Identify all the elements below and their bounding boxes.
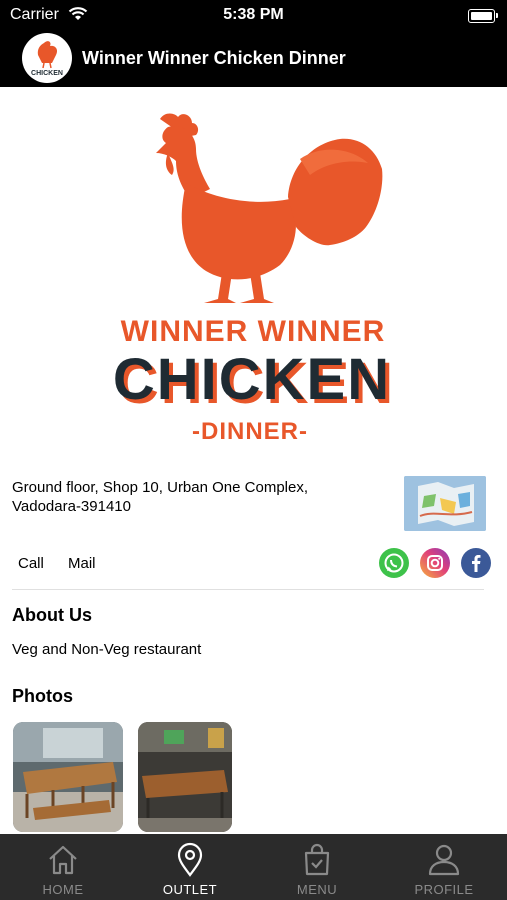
contact-actions: Call Mail — [0, 548, 507, 578]
photo-thumbnail[interactable] — [138, 722, 232, 832]
location-pin-icon — [177, 842, 203, 877]
tab-profile[interactable]: PROFILE — [381, 834, 507, 900]
photos-heading: Photos — [12, 686, 73, 706]
map-thumbnail[interactable] — [404, 476, 486, 531]
shopping-bag-icon — [304, 843, 330, 876]
status-bar: Carrier 5:38 PM — [0, 0, 507, 30]
logo-text-dinner: -DINNER- — [192, 418, 308, 445]
tab-outlet[interactable]: OUTLET — [127, 834, 253, 900]
tab-profile-label: PROFILE — [414, 882, 474, 897]
restaurant-avatar[interactable]: CHICKEN — [22, 33, 72, 83]
tab-home-label: HOME — [42, 882, 84, 897]
divider — [12, 589, 484, 590]
logo-text-chicken: CHICKEN — [113, 347, 391, 412]
tab-menu-label: MENU — [296, 882, 338, 897]
map-icon — [404, 476, 486, 531]
restaurant-logo: WINNER WINNER CHICKEN CHICKEN -DINNER- — [0, 87, 507, 457]
photo-thumbnail[interactable] — [13, 722, 123, 832]
mail-button[interactable]: Mail — [68, 555, 96, 572]
person-icon — [428, 844, 460, 876]
restaurant-address: Ground floor, Shop 10, Urban One Complex… — [12, 478, 372, 516]
tab-menu[interactable]: MENU — [254, 834, 380, 900]
whatsapp-icon[interactable] — [379, 548, 409, 578]
tab-home[interactable]: HOME — [0, 834, 126, 900]
address-line-2: Vadodara-391410 — [12, 498, 131, 515]
home-icon — [49, 845, 77, 875]
logo-text-winner: WINNER WINNER — [121, 315, 386, 348]
header-bar: CHICKEN Winner Winner Chicken Dinner — [0, 30, 507, 87]
address-line-1: Ground floor, Shop 10, Urban One Complex… — [12, 479, 309, 496]
about-heading: About Us — [12, 605, 92, 625]
instagram-icon[interactable] — [420, 548, 450, 578]
rooster-icon — [156, 113, 383, 303]
call-button[interactable]: Call — [18, 555, 44, 572]
about-text: Veg and Non-Veg restaurant — [12, 641, 202, 658]
battery-icon — [468, 9, 498, 23]
page-title: Winner Winner Chicken Dinner — [82, 48, 346, 68]
svg-text:CHICKEN: CHICKEN — [31, 70, 63, 77]
status-time: 5:38 PM — [223, 6, 284, 23]
bottom-tab-bar: HOME OUTLET MENU PROFILE — [0, 834, 507, 900]
tab-outlet-label: OUTLET — [162, 882, 218, 897]
facebook-icon[interactable] — [461, 548, 491, 578]
